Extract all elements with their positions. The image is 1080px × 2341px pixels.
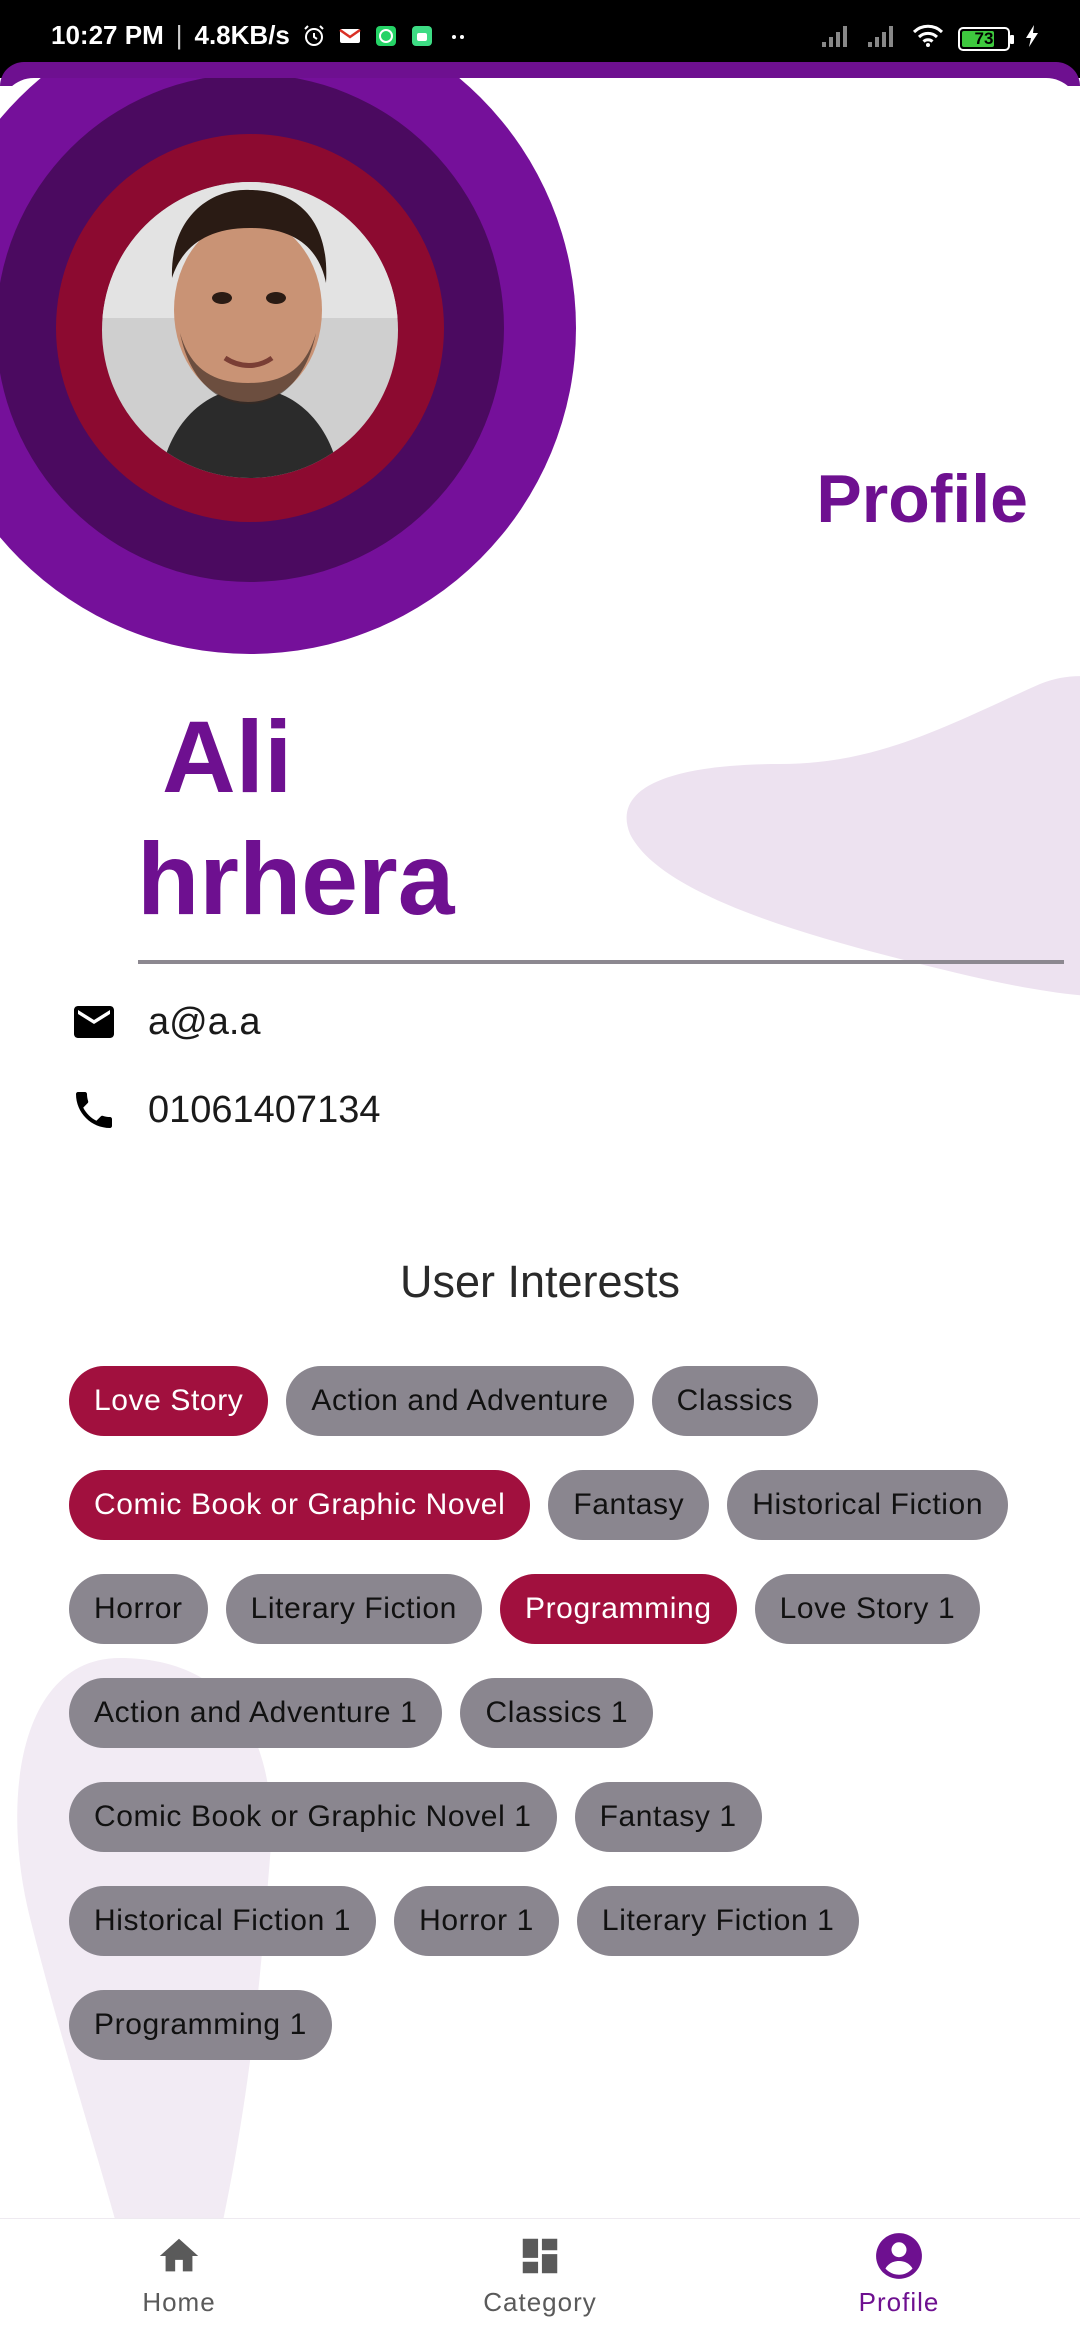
battery-level: 73 — [974, 28, 994, 48]
status-separator: | — [175, 20, 183, 50]
interest-chip[interactable]: Literary Fiction 1 — [576, 1886, 860, 1956]
interests-title: User Interests — [399, 1256, 681, 1307]
user-last-name: hrhera — [137, 822, 455, 936]
android-icon — [410, 24, 434, 48]
nav-item-category[interactable]: Category — [420, 2231, 660, 2318]
nav-label-home: Home — [142, 2287, 216, 2317]
interest-chip[interactable]: Programming — [499, 1574, 737, 1644]
name-divider — [138, 960, 1064, 964]
phone-row: 01061407134 — [70, 1086, 380, 1134]
interest-chip[interactable]: Action and Adventure 1 — [69, 1678, 443, 1748]
account-circle-icon — [874, 2231, 924, 2281]
status-time: 10:27 PM — [51, 20, 164, 50]
signal-icon — [866, 24, 898, 53]
interest-chips: Love Story Action and Adventure Classics Co… — [69, 1366, 1029, 2060]
email-text: a@a.a — [148, 1000, 261, 1043]
home-icon — [154, 2231, 204, 2281]
interest-chip[interactable]: Love Story — [69, 1366, 269, 1436]
charging-icon — [1024, 24, 1040, 53]
more-dots-icon — [446, 24, 470, 48]
wifi-icon — [912, 24, 944, 53]
phone-icon — [70, 1086, 118, 1134]
interest-chip[interactable]: Fantasy 1 — [574, 1782, 762, 1852]
decorative-blob — [626, 676, 1080, 996]
signal-icon — [820, 24, 852, 53]
status-right: 73 — [820, 24, 1040, 53]
battery-icon: 73 — [958, 26, 1014, 51]
gmail-icon — [338, 24, 362, 48]
interest-chip[interactable]: Horror — [69, 1574, 208, 1644]
user-first-name: Ali — [162, 700, 293, 814]
nav-label-profile: Profile — [858, 2287, 940, 2317]
profile-sheet: Profile Ali hrhera a@a.a 01061407134 Use… — [0, 78, 1080, 2340]
status-network-speed: 4.8KB/s — [194, 20, 290, 50]
interest-chip[interactable]: Horror 1 — [394, 1886, 559, 1956]
phone-text: 01061407134 — [148, 1088, 381, 1131]
battery-cap — [1010, 34, 1014, 44]
whatsapp-icon — [374, 24, 398, 48]
nav-item-home[interactable]: Home — [59, 2231, 299, 2318]
interest-chip[interactable]: Literary Fiction — [225, 1574, 482, 1644]
alarm-icon — [302, 24, 326, 48]
interest-chip[interactable]: Programming 1 — [69, 1990, 332, 2060]
interest-chip[interactable]: Comic Book or Graphic Novel — [69, 1470, 531, 1540]
interest-chip[interactable]: Classics 1 — [460, 1678, 654, 1748]
status-left: 10:27 PM | 4.8KB/s — [51, 20, 470, 51]
interest-chip[interactable]: Classics — [651, 1366, 819, 1436]
interest-chip[interactable]: Love Story 1 — [754, 1574, 981, 1644]
bottom-nav: Home Category Profile — [0, 2218, 1080, 2341]
nav-label-category: Category — [483, 2287, 597, 2317]
nav-item-profile[interactable]: Profile — [779, 2231, 1019, 2318]
mail-icon — [70, 998, 118, 1046]
interest-chip[interactable]: Comic Book or Graphic Novel 1 — [69, 1782, 557, 1852]
dashboard-icon — [515, 2231, 565, 2281]
interest-chip[interactable]: Historical Fiction 1 — [69, 1886, 377, 1956]
interest-chip[interactable]: Historical Fiction — [727, 1470, 1009, 1540]
interest-chip[interactable]: Action and Adventure — [286, 1366, 634, 1436]
avatar-rings — [0, 78, 576, 654]
page-title: Profile — [816, 461, 1028, 537]
interest-chip[interactable]: Fantasy — [548, 1470, 710, 1540]
email-row: a@a.a — [70, 998, 261, 1046]
